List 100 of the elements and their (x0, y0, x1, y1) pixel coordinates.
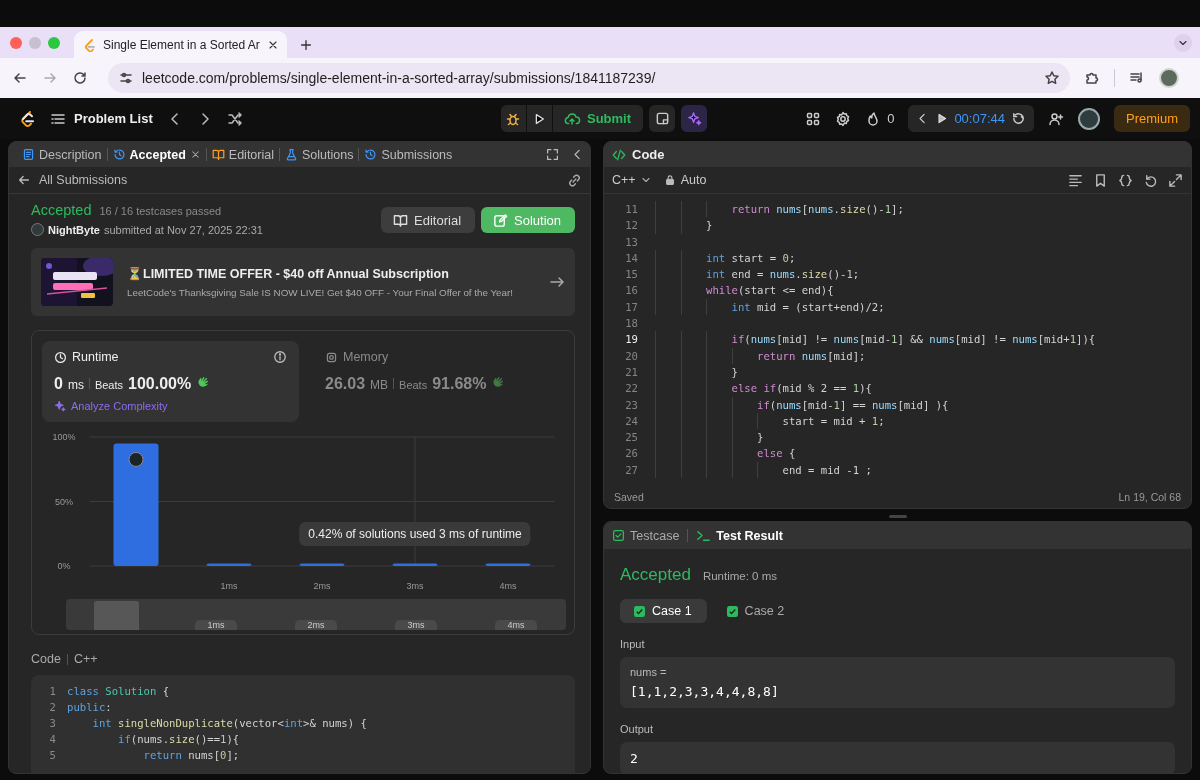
code-line: if(nums[mid-1] == nums[mid] ){ (756, 397, 949, 413)
stat-label: Memory (343, 350, 389, 364)
editorial-button[interactable]: Editorial (381, 207, 475, 233)
site-info-icon[interactable] (118, 70, 134, 86)
chart-navigator[interactable]: 1ms 2ms 3ms 4ms (66, 599, 566, 630)
play-icon[interactable] (935, 112, 949, 125)
undo-icon[interactable] (1143, 172, 1158, 188)
shuffle-icon[interactable] (226, 110, 243, 127)
panel-tab[interactable]: Testcase (612, 528, 680, 543)
code-line: int start = 0; (705, 250, 796, 266)
promo-text: LeetCode's Thanksgiving Sale IS NOW LIVE! Get $40 OFF - Your Final Offer of the Year! (127, 287, 513, 298)
layout-icon[interactable] (805, 110, 822, 127)
stat-unit: ms (67, 378, 84, 392)
reset-icon[interactable] (1011, 111, 1026, 126)
plus-icon[interactable] (298, 38, 313, 52)
url-text: leetcode.com/problems/single-element-in-a-sorted-array/submissions/1841187239/ (142, 70, 657, 86)
pencil-icon (493, 212, 508, 228)
code-line: else { (756, 446, 796, 462)
debug-button[interactable] (500, 105, 527, 132)
navigator-label: 1ms (195, 620, 237, 630)
profile-avatar[interactable] (1159, 68, 1179, 88)
axis-label: 3ms (406, 581, 424, 591)
navigator-label: 2ms (295, 620, 337, 630)
assistant-button[interactable] (681, 105, 708, 132)
code-line: class Solution { (67, 684, 170, 699)
panel-tab[interactable]: Description (17, 142, 107, 167)
bar[interactable] (485, 563, 531, 566)
history-icon (112, 148, 126, 161)
problem-list-button[interactable]: Problem List (50, 110, 153, 127)
stat-panel[interactable]: Runtime 0 ms Beats 100.00% Analyze Complexity (42, 341, 299, 422)
axis-label: 100% (52, 432, 76, 442)
back-arrow-icon (17, 173, 31, 187)
line-number: 11 (624, 202, 638, 217)
code-line: while(start <= end){ (705, 283, 834, 299)
close-icon[interactable] (189, 149, 201, 160)
document-icon (22, 148, 35, 161)
leetcode-logo-icon[interactable] (18, 109, 36, 128)
axis-label: 50% (55, 496, 73, 507)
notes-button[interactable] (649, 105, 676, 132)
bookmark-icon[interactable] (1093, 172, 1108, 188)
code-line: return nums[mid]; (756, 348, 866, 364)
stat-label: Runtime (72, 350, 119, 364)
panel-tab[interactable]: Accepted (107, 142, 206, 167)
resize-handle[interactable] (888, 514, 907, 518)
range-handle[interactable] (93, 601, 139, 630)
settings-icon[interactable] (835, 110, 852, 127)
media-icon[interactable] (1129, 70, 1145, 86)
line-number: 15 (624, 267, 638, 283)
clock-icon (54, 350, 67, 364)
line-number: 2 (48, 700, 57, 715)
panel-tab[interactable]: Editorial (206, 142, 279, 167)
code-line: else if(mid % 2 == 1){ (730, 381, 872, 397)
axis-label: 4ms (499, 581, 517, 591)
streak-button[interactable]: 0 (865, 110, 895, 127)
line-number: 13 (624, 234, 638, 250)
braces-icon[interactable] (1118, 172, 1133, 188)
extensions-icon[interactable] (1084, 70, 1100, 86)
promo-banner[interactable]: ⏳LIMITED TIME OFFER - $40 off Annual Subscription LeetCode's Thanksgiving Sale IS NOW LIVE! Get $40 OFF - Your Final Offer of the Year! (31, 248, 575, 316)
code-icon (612, 147, 626, 162)
expand-icon[interactable] (1168, 172, 1183, 188)
bar[interactable] (392, 563, 438, 566)
username[interactable]: NightByte (48, 223, 100, 236)
link-icon[interactable] (567, 172, 582, 188)
code-line: start = mid + 1; (781, 413, 885, 429)
reload-icon[interactable] (72, 70, 88, 86)
terminal-icon (696, 528, 712, 543)
language-label: C++ (73, 652, 98, 666)
case-tab[interactable]: Case 1 (620, 599, 707, 623)
bar[interactable] (299, 563, 345, 566)
output-label: Output (620, 723, 655, 735)
case-tab[interactable]: Case 2 (712, 599, 800, 623)
premium-button[interactable]: Premium (1114, 105, 1190, 132)
bar[interactable] (206, 563, 252, 566)
panel-tab[interactable]: Solutions (280, 142, 359, 167)
arrow-right-icon[interactable] (549, 274, 565, 290)
bar[interactable] (113, 443, 159, 566)
address-field[interactable]: leetcode.com/problems/single-element-in-a-sorted-array/submissions/1841187239/ (108, 63, 1070, 93)
browser-tab[interactable]: Single Element in a Sorted Ar (74, 31, 287, 58)
star-icon[interactable] (1044, 70, 1060, 86)
all-submissions-link[interactable]: All Submissions (17, 173, 128, 187)
timer-time[interactable]: 00:07:44 (954, 111, 1005, 126)
tab-title: Single Element in a Sorted Ar (103, 37, 260, 52)
user-avatar[interactable] (1078, 107, 1100, 130)
code-label: Code (31, 652, 61, 666)
format-icon[interactable] (1068, 172, 1083, 188)
info-icon[interactable] (273, 350, 287, 364)
promo-title: ⏳LIMITED TIME OFFER - $40 off Annual Subscription (127, 266, 450, 281)
stat-panel[interactable]: Memory 26.03 MB Beats 91.68% (313, 341, 564, 422)
maximize-icon[interactable] (546, 148, 559, 161)
line-number: 25 (624, 430, 638, 446)
panel-tab[interactable]: Submissions (359, 142, 458, 167)
code-line: if(nums.size()==1){ (117, 732, 240, 747)
language-dropdown[interactable]: C++ (612, 173, 652, 187)
beats-value: 100.00% (128, 375, 192, 393)
line-number: 12 (624, 218, 638, 234)
panel-tab[interactable]: Test Result (696, 528, 783, 543)
runtime-text: Runtime: 0 ms (702, 570, 778, 582)
back-icon[interactable] (12, 70, 28, 86)
axis-label: 2ms (313, 581, 331, 591)
add-user-icon[interactable] (1048, 110, 1064, 127)
